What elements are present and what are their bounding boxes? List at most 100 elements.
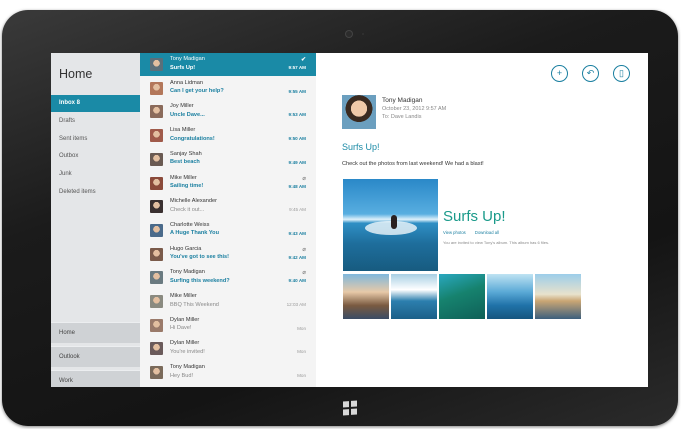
folder-pane: Home Inbox 8 Drafts Sent items Outbox Junk De… xyxy=(51,53,140,387)
reply-button[interactable]: ↶ xyxy=(582,65,599,82)
message-item[interactable]: Mike Miller BBQ This Weekend 12:03 AM xyxy=(140,290,316,313)
album-links: View photos Download all xyxy=(443,230,507,235)
message-item[interactable]: Charlotte Weiss A Huge Thank You 9:43 AM xyxy=(140,219,316,242)
folder-item[interactable]: Sent items xyxy=(51,131,140,148)
message-sender: Joy Miller xyxy=(170,103,194,110)
message-time: 9:42 AM xyxy=(288,254,306,260)
message-subject: You're invited! xyxy=(170,348,205,355)
album-thumbnail[interactable] xyxy=(487,274,533,319)
message-item[interactable]: Tony Madigan Hey Bud! Mon xyxy=(140,361,316,384)
avatar xyxy=(150,295,163,308)
message-subject: You've got to see this! xyxy=(170,254,230,261)
delete-button[interactable]: ▯ xyxy=(613,65,630,82)
message-time: 9:50 AM xyxy=(288,136,306,142)
message-subject: Can I get your help? xyxy=(170,88,224,95)
folder-item[interactable]: Junk xyxy=(51,166,140,183)
message-sender: Tony Madigan xyxy=(170,364,205,371)
avatar xyxy=(150,176,163,190)
message-subject: BBQ This Weekend xyxy=(170,301,219,308)
message-item[interactable]: Michelle Alexander Check it out... 9:45 AM xyxy=(140,195,316,218)
message-item[interactable]: Hugo Garcia You've got to see this! 9:42 A… xyxy=(140,243,316,266)
avatar xyxy=(150,81,163,95)
message-item[interactable]: Tony Madigan Surfs Up! 9:57 AM ✔ xyxy=(140,53,316,77)
message-subject: Surfs Up! xyxy=(170,64,196,71)
account-item[interactable]: Home xyxy=(51,322,140,343)
message-sender: Lisa Miller xyxy=(170,127,196,134)
download-all-link[interactable]: Download all xyxy=(475,230,499,235)
reading-body: Check out the photos from last weekend! … xyxy=(342,161,484,167)
message-subject: Hi Dave! xyxy=(170,325,192,332)
message-item[interactable]: Anna Lidman Can I get your help? 9:55 AM xyxy=(140,77,316,100)
avatar xyxy=(150,318,163,332)
reading-from[interactable]: Tony Madigan xyxy=(382,97,422,104)
message-item[interactable]: Joy Miller Uncle Dave... 9:53 AM xyxy=(140,100,316,123)
message-subject: Best beach xyxy=(170,159,200,166)
avatar xyxy=(150,58,163,71)
windows-logo-icon[interactable] xyxy=(343,400,357,416)
avatar xyxy=(150,342,163,356)
paperclip-icon: ⌀ xyxy=(302,175,306,182)
new-mail-button[interactable]: + xyxy=(551,65,568,82)
album-thumbnail[interactable] xyxy=(535,274,581,319)
folder-item[interactable]: Drafts xyxy=(51,113,140,130)
message-time: 9:43 AM xyxy=(288,230,306,236)
message-time: 9:45 AM xyxy=(289,207,306,213)
folder-item[interactable]: Inbox 8 xyxy=(51,95,140,112)
message-item[interactable]: Dylan Miller Hi Dave! Mon xyxy=(140,314,316,337)
album-thumbnail[interactable] xyxy=(391,274,437,319)
message-item[interactable]: Sanjay Shah Best beach 9:49 AM xyxy=(140,148,316,171)
message-sender: Charlotte Weiss xyxy=(170,221,210,228)
avatar xyxy=(150,105,163,119)
avatar xyxy=(150,247,163,261)
message-time: 9:55 AM xyxy=(288,88,306,94)
message-sender: Dylan Miller xyxy=(170,316,200,323)
message-list[interactable]: Tony Madigan Surfs Up! 9:57 AM ✔ Anna Lidman… xyxy=(140,53,316,387)
sender-photo xyxy=(342,95,376,129)
message-item[interactable]: Dylan Miller You're invited! Mon xyxy=(140,337,316,360)
message-sender: Tony Madigan xyxy=(170,56,205,62)
paperclip-icon: ⌀ xyxy=(302,270,306,277)
message-subject: A Huge Thank You xyxy=(170,230,219,237)
message-sender: Tony Madigan xyxy=(170,269,205,276)
reading-pane: + ↶ ▯ Tony Madigan October 23, 2012 9:57 A… xyxy=(316,53,648,387)
avatar xyxy=(150,129,163,143)
message-item[interactable]: Tony Madigan Surfing this weekend? 9:40 AM… xyxy=(140,266,316,289)
folder-item[interactable]: Outbox xyxy=(51,148,140,165)
check-icon: ✔ xyxy=(300,57,306,63)
message-time: 9:48 AM xyxy=(288,183,306,189)
message-subject: Uncle Dave... xyxy=(170,111,205,118)
message-sender: Michelle Alexander xyxy=(170,198,217,205)
reading-date: October 23, 2012 9:57 AM xyxy=(382,106,447,112)
message-item[interactable]: Mike Miller Sailing time! 9:48 AM ⌀ xyxy=(140,172,316,195)
camera-icon xyxy=(346,31,352,37)
view-photos-link[interactable]: View photos xyxy=(443,230,466,235)
message-time: 9:40 AM xyxy=(288,278,306,284)
album-title: Surfs Up! xyxy=(443,208,506,225)
message-subject: Congratulations! xyxy=(170,135,215,142)
message-time: 12:03 AM xyxy=(286,302,306,307)
message-sender: Hugo Garcia xyxy=(170,245,202,252)
message-time: Mon xyxy=(297,373,306,379)
album-thumbnail[interactable] xyxy=(439,274,485,319)
message-subject: Sailing time! xyxy=(170,183,204,189)
mail-app-screen: Home Inbox 8 Drafts Sent items Outbox Junk De… xyxy=(51,53,648,387)
message-time: Mon xyxy=(297,325,306,331)
album-cover-photo[interactable] xyxy=(343,179,438,271)
message-subject: Hey Bud! xyxy=(170,372,194,379)
avatar xyxy=(150,223,163,237)
message-sender: Sanjay Shah xyxy=(170,150,202,157)
message-time: 9:57 AM xyxy=(288,65,306,70)
account-item[interactable]: Outlook xyxy=(51,346,140,367)
message-sender: Anna Lidman xyxy=(170,79,203,86)
account-item[interactable]: Work xyxy=(51,370,140,387)
message-sender: Mike Miller xyxy=(170,174,197,181)
avatar xyxy=(150,200,163,214)
album-thumbnail[interactable] xyxy=(343,274,389,319)
folder-item[interactable]: Deleted items xyxy=(51,184,140,201)
message-item[interactable]: Lisa Miller Congratulations! 9:50 AM xyxy=(140,124,316,147)
message-sender: Dylan Miller xyxy=(170,340,200,347)
message-subject: Surfing this weekend? xyxy=(170,277,230,284)
avatar xyxy=(150,366,163,380)
reading-to: To: Dave Landis xyxy=(382,114,422,120)
message-time: Mon xyxy=(297,349,306,355)
